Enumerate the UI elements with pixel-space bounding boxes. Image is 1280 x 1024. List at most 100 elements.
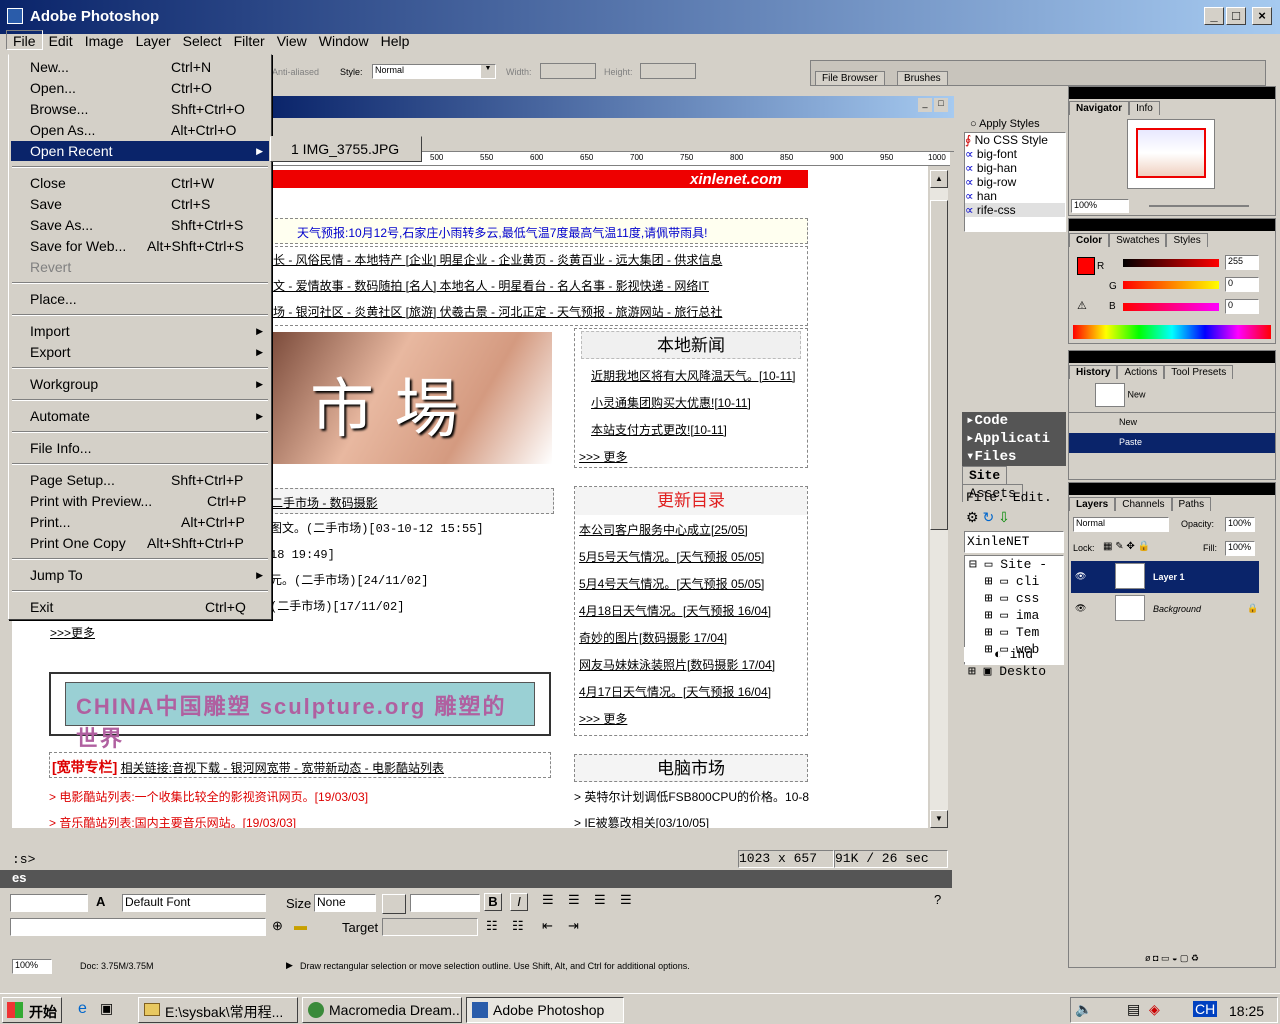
vertical-scrollbar[interactable]: ▲ ▼: [930, 170, 948, 828]
menu-item-page-setup[interactable]: Page Setup... Shft+Ctrl+P: [11, 470, 269, 490]
refresh-icon[interactable]: ↻: [982, 509, 994, 525]
tab-paths[interactable]: Paths: [1171, 497, 1212, 511]
layer-row[interactable]: 👁 Layer 1: [1071, 561, 1259, 593]
taskbar-item-dreamweaver[interactable]: Macromedia Dream...: [302, 997, 462, 1023]
menu-item-print[interactable]: Print... Alt+Ctrl+P: [11, 512, 269, 532]
menu-item-save[interactable]: Save Ctrl+S: [11, 194, 269, 214]
color-swatch-button[interactable]: [382, 894, 406, 914]
foreground-color-swatch[interactable]: [1077, 257, 1095, 275]
style-item[interactable]: ∝ big-han: [965, 161, 1065, 175]
menu-item-print-preview[interactable]: Print with Preview... Ctrl+P: [11, 491, 269, 511]
menu-item-automate[interactable]: Automate ▶: [11, 406, 269, 426]
history-state[interactable]: Paste: [1069, 433, 1275, 453]
size-select[interactable]: None: [314, 894, 376, 912]
sculpture-banner-image[interactable]: CHINA中国雕塑 sculpture.org 雕塑的世界: [65, 682, 535, 751]
update-item[interactable]: 本公司客户服务中心成立[25/05]: [575, 515, 807, 538]
folder-icon[interactable]: ▬: [294, 918, 307, 933]
menu-item-workgroup[interactable]: Workgroup ▶: [11, 374, 269, 394]
navigator-zoom-slider[interactable]: [1149, 205, 1249, 207]
code-panel-header[interactable]: ▸Code: [962, 412, 1066, 430]
style-item[interactable]: ∮ No CSS Style: [965, 133, 1065, 147]
update-item[interactable]: 4月17日天气情况。[天气预报 16/04]: [575, 673, 807, 700]
style-select[interactable]: Normal ▼: [372, 64, 496, 79]
menu-item-jump-to[interactable]: Jump To ▶: [11, 565, 269, 585]
menu-item-place[interactable]: Place...: [11, 289, 269, 309]
broadband-item[interactable]: > 音乐酷站列表:国内主要音乐网站。[19/03/03]: [49, 814, 296, 828]
menu-item-close[interactable]: Close Ctrl+W: [11, 173, 269, 193]
history-snapshot[interactable]: New: [1069, 379, 1275, 413]
scroll-down-arrow[interactable]: ▼: [930, 810, 948, 828]
desktop-quicklaunch-icon[interactable]: ▣: [100, 1000, 113, 1017]
pc-item[interactable]: > IE被篡改相关[03/10/05]: [574, 814, 709, 828]
start-button[interactable]: 开始: [2, 997, 62, 1023]
color-hex-input[interactable]: [410, 894, 480, 912]
menu-image[interactable]: Image: [79, 31, 130, 49]
tab-tool-presets[interactable]: Tool Presets: [1164, 365, 1234, 379]
news-item[interactable]: 小灵通集团购买大优惠![10-11]: [575, 384, 807, 411]
apply-styles-radio[interactable]: ○ Apply Styles: [962, 118, 1066, 130]
security-icon[interactable]: ◈: [1149, 1001, 1160, 1018]
format-select[interactable]: [10, 894, 88, 912]
style-item[interactable]: ∝ rife-css: [965, 203, 1065, 217]
align-left-icon[interactable]: ☰: [542, 892, 554, 908]
menu-item-browse[interactable]: Browse... Shft+Ctrl+O: [11, 99, 269, 119]
market-more-link[interactable]: >>>更多: [50, 624, 95, 641]
menu-edit[interactable]: Edit: [43, 31, 79, 49]
menu-layer[interactable]: Layer: [130, 31, 177, 49]
recent-file-item[interactable]: 1 IMG_3755.JPG: [291, 141, 399, 157]
doc-restore-button[interactable]: □: [934, 98, 948, 112]
market-header[interactable]: 二手市场 - 数码摄影: [270, 488, 554, 514]
volume-icon[interactable]: 🔈: [1075, 1001, 1092, 1018]
taskbar-item-explorer[interactable]: E:\sysbak\常用程...: [138, 997, 298, 1023]
opacity-input[interactable]: 100%: [1225, 517, 1255, 532]
point-to-file-icon[interactable]: ⊕: [272, 918, 283, 934]
update-item[interactable]: 奇妙的图片[数码摄影 17/04]: [575, 619, 807, 646]
style-item[interactable]: ∝ han: [965, 189, 1065, 203]
broadband-item[interactable]: > 电影酷站列表:一个收集比较全的影视资讯网页。[19/03/03]: [49, 788, 368, 805]
g-slider[interactable]: [1123, 281, 1219, 289]
tag-path[interactable]: :s>: [12, 852, 35, 867]
close-button[interactable]: ×: [1252, 7, 1272, 25]
menu-help[interactable]: Help: [375, 31, 416, 49]
menu-item-exit[interactable]: Exit Ctrl+Q: [11, 597, 269, 617]
menu-item-open[interactable]: Open... Ctrl+O: [11, 78, 269, 98]
tab-history[interactable]: History: [1069, 365, 1118, 379]
navigator-thumbnail[interactable]: [1127, 119, 1215, 189]
b-input[interactable]: 0: [1225, 299, 1259, 314]
tab-file-browser[interactable]: File Browser: [815, 71, 885, 85]
menu-item-save-for-web[interactable]: Save for Web... Alt+Shft+Ctrl+S: [11, 236, 269, 256]
news-item[interactable]: 本站支付方式更改![10-11]: [575, 411, 807, 438]
scroll-thumb[interactable]: [930, 200, 948, 530]
pc-item[interactable]: > 英特尔计划调低FSB800CPU的价格。10-8: [574, 788, 809, 805]
network-icon[interactable]: ▤: [1127, 1001, 1140, 1018]
align-right-icon[interactable]: ☰: [594, 892, 606, 908]
doc-size[interactable]: Doc: 3.75M/3.75M: [80, 961, 154, 971]
tab-layers[interactable]: Layers: [1069, 497, 1116, 511]
eye-icon[interactable]: 👁: [1075, 571, 1086, 582]
nav-row[interactable]: 文 - 爱情故事 - 数码随拍 [名人] 本地名人 - 明星看台 - 名人名事 …: [271, 273, 807, 299]
site-select[interactable]: XinleNET: [964, 531, 1064, 553]
ime-icon[interactable]: CH: [1193, 1001, 1218, 1017]
layer-row[interactable]: 👁 Background 🔒: [1071, 593, 1259, 625]
application-panel-header[interactable]: ▸Applicati: [962, 430, 1066, 448]
tab-info[interactable]: Info: [1129, 101, 1160, 115]
tab-styles[interactable]: Styles: [1166, 233, 1208, 247]
files-panel-header[interactable]: ▾Files: [962, 448, 1066, 466]
news-more-link[interactable]: >>> 更多: [575, 438, 807, 465]
maximize-button[interactable]: □: [1226, 7, 1246, 25]
target-select[interactable]: [382, 918, 478, 936]
help-icon[interactable]: ?: [934, 892, 941, 907]
tree-item[interactable]: ⊟ ▭ Site -: [969, 556, 1063, 573]
unordered-list-icon[interactable]: ☷: [486, 918, 498, 934]
tree-item[interactable]: ⊞ ▭ ima: [969, 607, 1063, 624]
menu-item-export[interactable]: Export ▶: [11, 342, 269, 362]
update-item[interactable]: 4月18日天气情况。[天气预报 16/04]: [575, 592, 807, 619]
history-state[interactable]: New: [1069, 413, 1275, 433]
menu-item-open-as[interactable]: Open As... Alt+Ctrl+O: [11, 120, 269, 140]
market-item[interactable]: (二手市场)[17/11/02]: [270, 594, 554, 620]
tree-item[interactable]: ⊞ ▣ Deskto: [962, 664, 1066, 679]
tab-navigator[interactable]: Navigator: [1069, 101, 1130, 115]
b-slider[interactable]: [1123, 303, 1219, 311]
update-more-link[interactable]: >>> 更多: [575, 700, 807, 727]
menu-select[interactable]: Select: [177, 31, 228, 49]
